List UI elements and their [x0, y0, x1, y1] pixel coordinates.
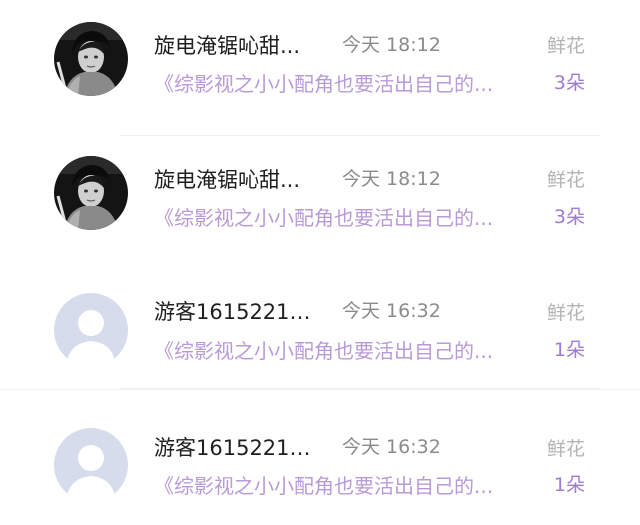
- book-title-link[interactable]: 《综影视之小小配角也要活出自己的...: [154, 470, 534, 499]
- default-user-avatar[interactable]: [54, 428, 128, 502]
- user-photo-icon: [54, 156, 128, 230]
- gift-time: 今天 16:32: [342, 300, 441, 322]
- list-item[interactable]: 游客16152216... 今天 16:32 鲜花 《综影视之小小配角也要活出自…: [0, 253, 640, 389]
- list-item[interactable]: 游客16152216... 今天 16:32 鲜花 《综影视之小小配角也要活出自…: [0, 390, 640, 525]
- gift-time: 今天 18:12: [342, 168, 441, 190]
- gift-type-label: 鲜花: [546, 169, 585, 191]
- gift-type-label: 鲜花: [546, 35, 585, 57]
- username[interactable]: 旋电淹锯吣甜...: [154, 30, 300, 60]
- list-item[interactable]: 旋电淹锯吣甜... 今天 18:12 鲜花 《综影视之小小配角也要活出自己的..…: [0, 136, 640, 272]
- gift-count: 3朵: [553, 72, 585, 94]
- username[interactable]: 游客16152216...: [154, 432, 314, 462]
- gift-count: 3朵: [553, 206, 585, 228]
- default-user-avatar[interactable]: [54, 293, 128, 367]
- gift-type-label: 鲜花: [546, 302, 585, 324]
- list-item[interactable]: 旋电淹锯吣甜... 今天 18:12 鲜花 《综影视之小小配角也要活出自己的..…: [0, 0, 640, 136]
- default-user-icon: [54, 293, 128, 367]
- gift-time: 今天 16:32: [342, 436, 441, 458]
- photo-avatar[interactable]: [54, 156, 128, 230]
- gift-time: 今天 18:12: [342, 34, 441, 56]
- book-title-link[interactable]: 《综影视之小小配角也要活出自己的...: [154, 335, 534, 364]
- flower-gift-list: 旋电淹锯吣甜... 今天 18:12 鲜花 《综影视之小小配角也要活出自己的..…: [0, 0, 640, 525]
- gift-count: 1朵: [553, 474, 585, 496]
- divider: [120, 388, 600, 389]
- book-title-link[interactable]: 《综影视之小小配角也要活出自己的...: [154, 68, 534, 97]
- username[interactable]: 游客16152216...: [154, 296, 314, 326]
- photo-avatar[interactable]: [54, 22, 128, 96]
- gift-type-label: 鲜花: [546, 438, 585, 460]
- user-photo-icon: [54, 22, 128, 96]
- default-user-icon: [54, 428, 128, 502]
- username[interactable]: 旋电淹锯吣甜...: [154, 164, 300, 194]
- gift-count: 1朵: [553, 339, 585, 361]
- book-title-link[interactable]: 《综影视之小小配角也要活出自己的...: [154, 202, 534, 231]
